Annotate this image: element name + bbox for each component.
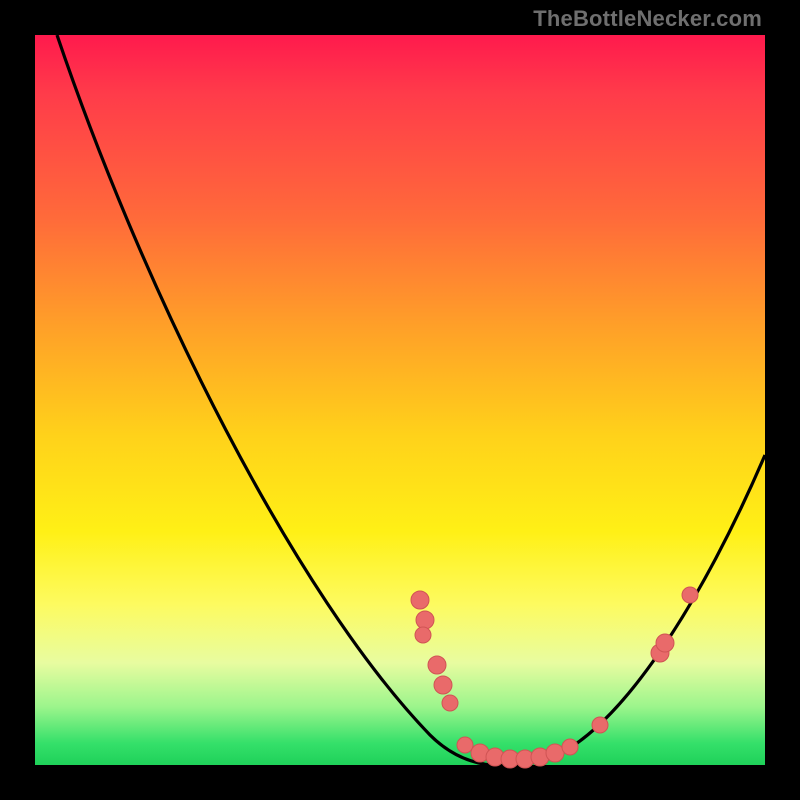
curve-marker bbox=[411, 591, 429, 609]
curve-marker bbox=[434, 676, 452, 694]
curve-marker bbox=[442, 695, 458, 711]
curve-layer bbox=[35, 35, 765, 765]
curve-marker bbox=[682, 587, 698, 603]
curve-marker bbox=[546, 744, 564, 762]
chart-frame: TheBottleNecker.com bbox=[0, 0, 800, 800]
curve-marker bbox=[592, 717, 608, 733]
curve-markers bbox=[411, 587, 698, 768]
attribution-watermark: TheBottleNecker.com bbox=[533, 6, 762, 32]
curve-marker bbox=[656, 634, 674, 652]
curve-marker bbox=[457, 737, 473, 753]
curve-marker bbox=[562, 739, 578, 755]
curve-marker bbox=[415, 627, 431, 643]
curve-marker bbox=[428, 656, 446, 674]
curve-marker bbox=[416, 611, 434, 629]
